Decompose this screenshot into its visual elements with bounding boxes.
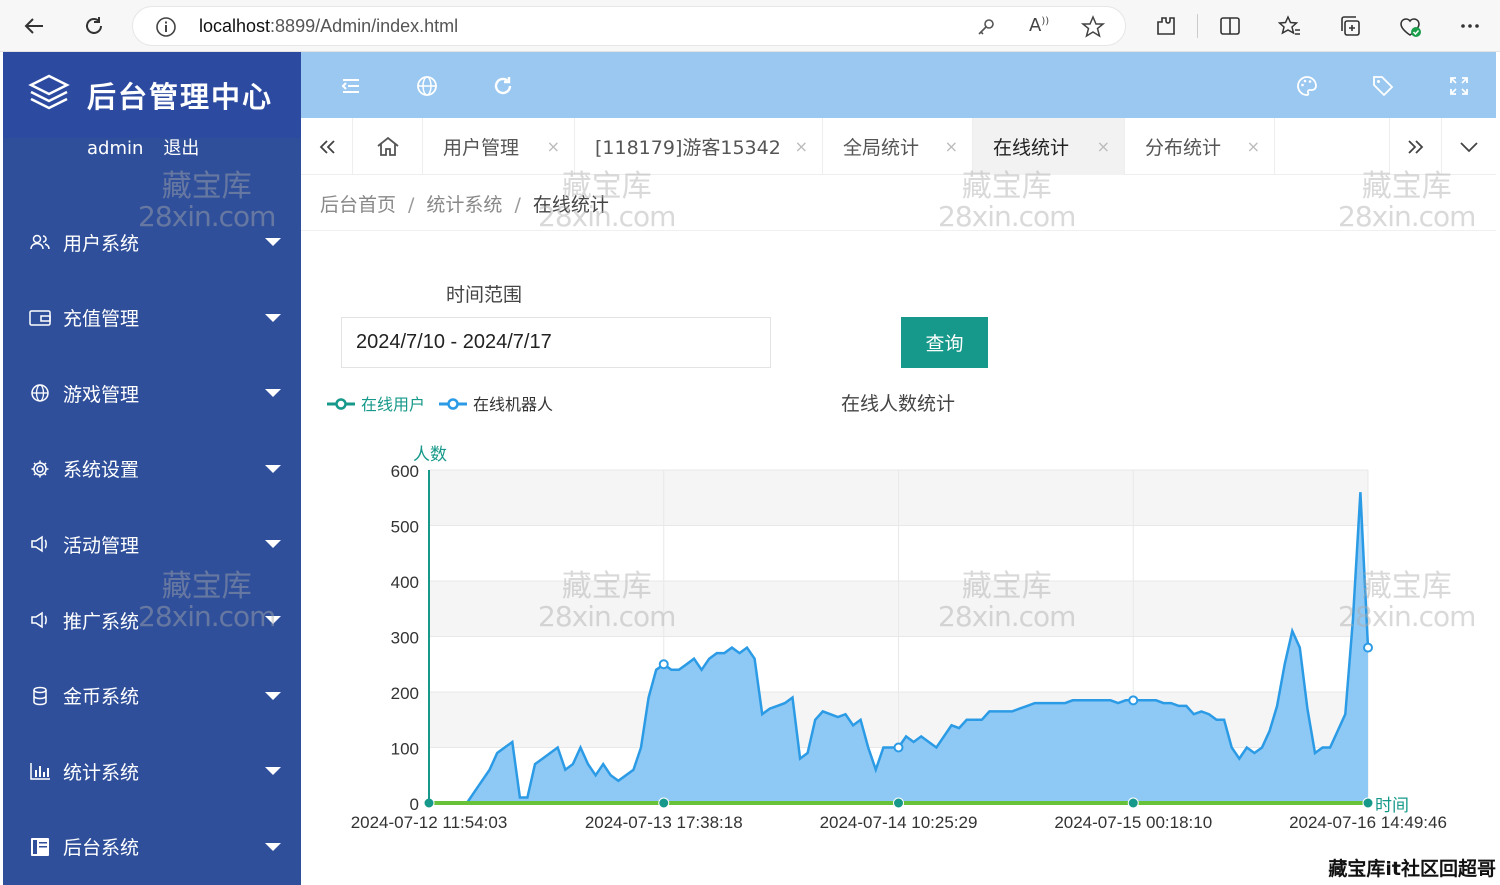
online-count-chart: 01002003004005006002024-07-12 11:54:03 20… xyxy=(327,393,1447,832)
robot-point xyxy=(658,659,669,670)
y-tick-label: 300 xyxy=(391,629,419,648)
robot-point xyxy=(1363,642,1373,653)
x-tick-label: 2024-07-13 17:38:18 xyxy=(585,813,743,832)
robot-point xyxy=(1128,695,1139,706)
x-tick-label: 2024-07-15 00:18:10 xyxy=(1054,813,1212,832)
y-axis-label: 人数 xyxy=(413,445,447,465)
x-tick-label: 2024-07-16 14:49:46 xyxy=(1289,813,1447,832)
legend-marker xyxy=(447,398,459,410)
legend-marker xyxy=(335,398,347,410)
y-tick-label: 100 xyxy=(391,740,419,759)
user-point xyxy=(893,797,904,809)
y-tick-label: 200 xyxy=(391,684,419,703)
y-tick-label: 400 xyxy=(391,573,419,592)
chart-title: 在线人数统计 xyxy=(841,393,955,415)
user-point xyxy=(658,797,670,809)
legend-label: 在线用户 xyxy=(361,395,425,414)
x-axis-label: 时间 xyxy=(1375,796,1409,816)
x-tick-label: 2024-07-12 11:54:03 xyxy=(351,813,508,832)
y-tick-label: 0 xyxy=(410,795,419,814)
user-point xyxy=(1362,797,1374,809)
robot-point xyxy=(893,742,904,753)
x-tick-label: 2024-07-14 10:25:29 xyxy=(820,813,978,832)
y-tick-label: 500 xyxy=(391,518,419,537)
legend-label: 在线机器人 xyxy=(473,395,553,414)
corner-watermark: 藏宝库it社区回超哥 xyxy=(1328,858,1496,880)
user-point xyxy=(1127,797,1139,809)
